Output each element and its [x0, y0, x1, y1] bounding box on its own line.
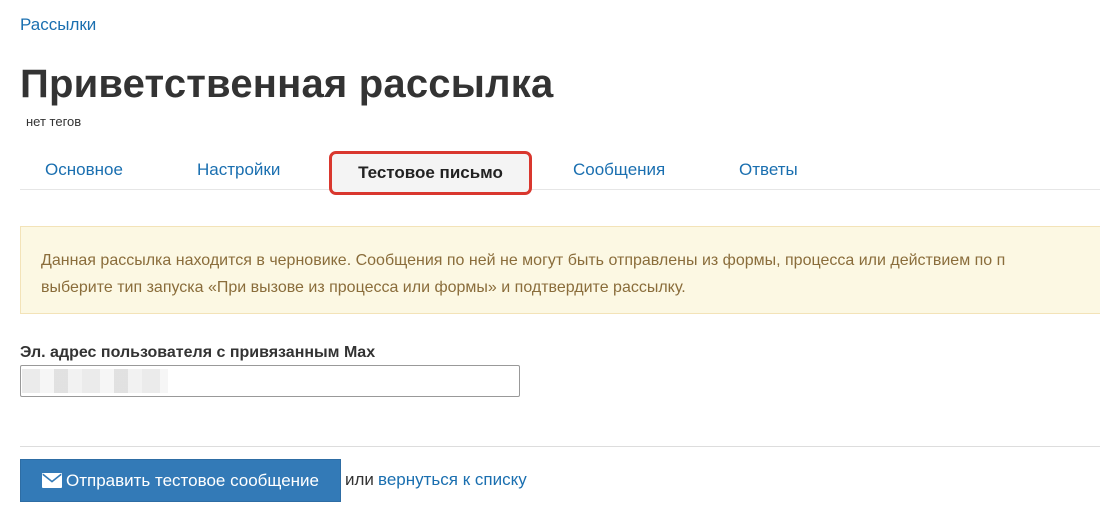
alert-text-line-2: выберите тип запуска «При вызове из проц… — [41, 279, 686, 296]
alert-text-line-1: Данная рассылка находится в черновике. С… — [41, 252, 1006, 269]
tab-test-email[interactable]: Тестовое письмо — [329, 151, 532, 195]
redacted-email-value — [22, 369, 168, 393]
send-button-label: Отправить тестовое сообщение — [65, 470, 320, 490]
envelope-icon — [41, 473, 62, 488]
or-text: или — [345, 470, 374, 489]
send-test-message-button[interactable]: Отправить тестовое сообщение — [20, 459, 341, 502]
divider — [20, 446, 1100, 447]
tab-main[interactable]: Основное — [45, 150, 123, 190]
tab-settings[interactable]: Настройки — [197, 150, 280, 190]
email-field-label: Эл. адрес пользователя с привязанным Max — [20, 344, 376, 361]
tab-answers[interactable]: Ответы — [739, 150, 798, 190]
breadcrumb-mailings-link[interactable]: Рассылки — [20, 15, 96, 35]
back-to-list-link[interactable]: вернуться к списку — [378, 470, 527, 490]
page: Рассылки Приветственная рассылка нет тег… — [0, 0, 1100, 523]
tab-messages[interactable]: Сообщения — [573, 150, 665, 190]
tags-label: нет тегов — [26, 114, 82, 129]
tab-bar: Основное Настройки Тестовое письмо Сообщ… — [20, 150, 1100, 195]
page-title: Приветственная рассылка — [20, 62, 554, 106]
draft-warning-alert: Данная рассылка находится в черновике. С… — [20, 226, 1100, 314]
